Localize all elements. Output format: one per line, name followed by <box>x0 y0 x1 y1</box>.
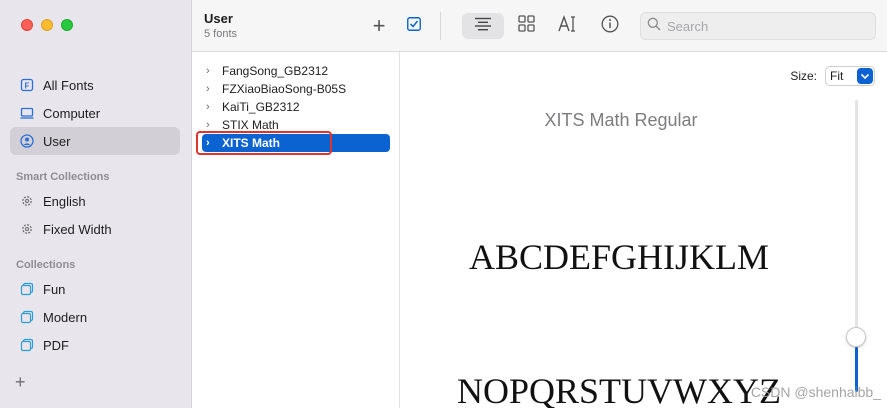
sidebar-item-label: PDF <box>43 337 69 353</box>
collection-icon <box>20 282 34 296</box>
type-size-button[interactable] <box>557 13 579 39</box>
sidebar-item-computer[interactable]: Computer <box>10 99 180 127</box>
sidebar-item-all-fonts[interactable]: F All Fonts <box>10 71 180 99</box>
sidebar-item-label: English <box>43 193 86 209</box>
sidebar-item-label: Fixed Width <box>43 221 112 237</box>
watermark: CSDN @shenhaibb_ <box>750 384 881 400</box>
sidebar-item-label: User <box>43 133 71 149</box>
sidebar-item-label: Modern <box>43 309 88 325</box>
font-preview-pane: Size: Fit XITS Math Regular ABCDEFGHIJKL… <box>401 52 887 408</box>
close-window-button[interactable] <box>21 19 33 31</box>
collection-icon <box>20 338 34 352</box>
sidebar-item-label: Fun <box>43 281 66 297</box>
size-select-value: Fit <box>830 69 844 83</box>
grid-view-button[interactable] <box>512 13 540 39</box>
font-row-label: FZXiaoBiaoSong-B05S <box>222 82 347 96</box>
zoom-window-button[interactable] <box>61 19 73 31</box>
font-row-fangsong[interactable]: › FangSong_GB2312 <box>202 62 390 80</box>
font-list: › FangSong_GB2312 › FZXiaoBiaoSong-B05S … <box>192 52 400 408</box>
info-button[interactable] <box>598 13 622 39</box>
size-select[interactable]: Fit <box>825 66 875 86</box>
svg-text:F: F <box>25 82 30 91</box>
sidebar-item-english[interactable]: English <box>10 187 180 215</box>
sidebar-item-modern[interactable]: Modern <box>10 303 180 331</box>
collection-title: User <box>204 11 233 26</box>
toolbar: User 5 fonts + <box>192 0 887 52</box>
toolbar-divider <box>440 12 441 40</box>
chevron-down-icon <box>857 68 873 84</box>
computer-icon <box>20 106 34 120</box>
sidebar-item-user[interactable]: User <box>10 127 180 155</box>
search-field[interactable] <box>640 12 876 40</box>
font-row-label: STIX Math <box>222 118 279 132</box>
enable-font-button[interactable] <box>402 13 426 39</box>
checkbox-icon <box>407 16 421 36</box>
font-book-icon: F <box>20 78 34 92</box>
chevron-right-icon[interactable]: › <box>206 101 218 113</box>
preview-font-name: XITS Math Regular <box>544 110 698 130</box>
sample-text-line-1: ABCDEFGHIJKLM <box>468 237 770 277</box>
font-row-kaiti[interactable]: › KaiTi_GB2312 <box>202 98 390 116</box>
size-slider-knob[interactable] <box>846 327 866 347</box>
chevron-right-icon[interactable]: › <box>206 65 218 77</box>
add-collection-button[interactable]: + <box>15 372 26 393</box>
collection-icon <box>20 310 34 324</box>
search-icon <box>647 17 661 36</box>
align-center-icon <box>474 17 492 36</box>
annotation-highlight-box <box>196 131 332 155</box>
font-row-xits-math[interactable]: › XITS Math <box>196 131 390 155</box>
collections-heading: Collections <box>16 259 76 271</box>
sidebar-item-label: Computer <box>43 105 101 121</box>
sidebar-item-fun[interactable]: Fun <box>10 275 180 303</box>
font-row-fzxiaobiaosong[interactable]: › FZXiaoBiaoSong-B05S <box>202 80 390 98</box>
add-font-button[interactable]: + <box>367 13 391 39</box>
text-cursor-icon <box>558 14 578 38</box>
sidebar-item-pdf[interactable]: PDF <box>10 331 180 359</box>
minimize-window-button[interactable] <box>41 19 53 31</box>
size-label: Size: <box>790 69 817 83</box>
sidebar-item-fixed-width[interactable]: Fixed Width <box>10 215 180 243</box>
window-controls <box>21 19 73 31</box>
gear-icon <box>20 194 34 208</box>
sidebar: F All Fonts Computer User Smart Collecti… <box>0 0 192 408</box>
info-icon <box>601 15 619 38</box>
search-input[interactable] <box>667 18 857 34</box>
chevron-right-icon[interactable]: › <box>206 119 218 131</box>
font-count: 5 fonts <box>204 28 238 40</box>
font-row-label: KaiTi_GB2312 <box>222 100 300 114</box>
font-row-label: FangSong_GB2312 <box>222 64 329 78</box>
sample-view-button[interactable] <box>462 13 504 39</box>
sidebar-item-label: All Fonts <box>43 77 94 93</box>
chevron-right-icon[interactable]: › <box>206 83 218 95</box>
smart-collections-heading: Smart Collections <box>16 171 110 183</box>
gear-icon <box>20 222 34 236</box>
user-icon <box>20 134 34 148</box>
grid-icon <box>517 15 535 37</box>
